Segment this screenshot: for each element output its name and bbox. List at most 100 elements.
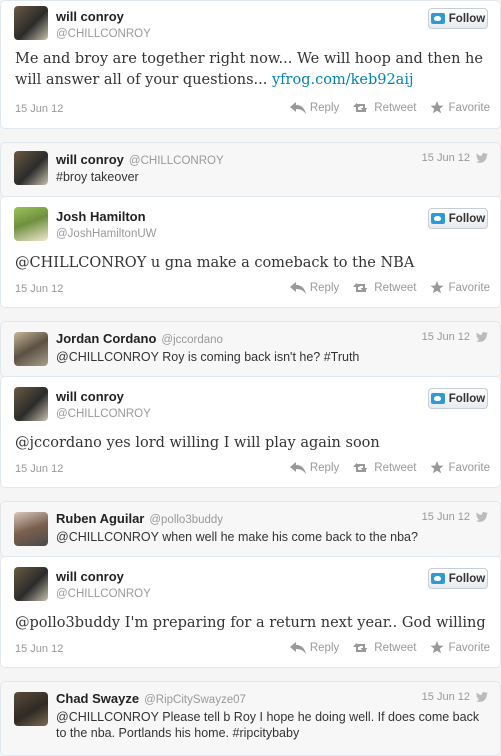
tweet-card[interactable]: will conroy @CHILLCONROY Follow @pollo3b…	[0, 556, 501, 668]
twitter-bird-icon	[476, 512, 488, 522]
reply-label: Reply	[309, 101, 340, 114]
favorite-button[interactable]: Favorite	[430, 641, 490, 654]
author-handle[interactable]: @CHILLCONROY	[56, 408, 151, 420]
reply-button[interactable]: Reply	[289, 281, 340, 294]
author-name[interactable]: will conroy	[56, 389, 124, 404]
tweet-date[interactable]: 15 Jun 12	[422, 691, 470, 703]
avatar[interactable]	[14, 6, 48, 40]
tweet-date[interactable]: 15 Jun 12	[15, 643, 63, 655]
follow-button[interactable]: Follow	[428, 568, 488, 589]
favorite-label: Favorite	[448, 101, 490, 114]
tweet-text: #broy takeover	[56, 170, 139, 184]
tweet-text: @pollo3buddy I'm preparing for a return …	[15, 615, 486, 631]
author-name[interactable]: Jordan Cordano @jccordano	[56, 331, 223, 346]
author-name[interactable]: will conroy	[56, 9, 124, 24]
star-icon	[430, 281, 444, 294]
tweet-actions: Reply Retweet Favorite	[289, 101, 490, 114]
reply-icon	[289, 101, 306, 114]
tweet-card[interactable]: will conroy @CHILLCONROY Follow Me and b…	[0, 0, 501, 129]
avatar[interactable]	[14, 151, 48, 185]
tweet-card[interactable]: will conroy @CHILLCONROY 15 Jun 12 #broy …	[0, 142, 501, 197]
author-handle[interactable]: @CHILLCONROY	[56, 588, 151, 600]
retweet-icon	[353, 462, 368, 472]
author-name[interactable]: Josh Hamilton	[56, 209, 146, 224]
reply-button[interactable]: Reply	[289, 461, 339, 474]
tweet-text: @CHILLCONROY Roy is coming back isn't he…	[56, 350, 360, 364]
retweet-icon	[353, 102, 368, 112]
retweet-button[interactable]: Retweet	[353, 102, 416, 114]
retweet-label: Retweet	[374, 641, 417, 654]
tweet-link[interactable]: yfrog.com/keb92aij	[272, 72, 413, 88]
avatar[interactable]	[14, 512, 48, 546]
tweet-date[interactable]: 15 Jun 12	[15, 283, 63, 295]
avatar[interactable]	[14, 332, 48, 366]
retweet-icon	[353, 642, 368, 652]
reply-label: Reply	[309, 641, 340, 654]
tweet-card[interactable]: Ruben Aguilar @pollo3buddy 15 Jun 12 @CHI…	[0, 501, 501, 557]
tweet-actions: Reply Retweet Favorite	[289, 281, 490, 294]
avatar[interactable]	[14, 207, 48, 241]
tweet-text: @jccordano yes lord willing I will play …	[15, 435, 380, 451]
author-handle[interactable]: @RipCitySwayze07	[144, 694, 246, 706]
star-icon	[430, 101, 444, 114]
author-name-text: Jordan Cordano	[56, 331, 157, 346]
follow-label: Follow	[448, 212, 486, 225]
favorite-label: Favorite	[448, 461, 490, 474]
tweet-card[interactable]: Josh Hamilton @JoshHamiltonUW Follow @CH…	[0, 196, 501, 308]
author-name[interactable]: will conroy @CHILLCONROY	[56, 152, 224, 167]
tweet-date[interactable]: 15 Jun 12	[15, 103, 63, 115]
author-name[interactable]: Ruben Aguilar @pollo3buddy	[56, 511, 223, 526]
author-name[interactable]: will conroy	[56, 569, 124, 584]
favorite-button[interactable]: Favorite	[430, 461, 490, 474]
tweet-card[interactable]: will conroy @CHILLCONROY Follow @jccorda…	[0, 376, 501, 488]
retweet-label: Retweet	[374, 461, 417, 474]
author-name-text: Chad Swayze	[56, 691, 140, 706]
reply-button[interactable]: Reply	[289, 641, 340, 654]
follow-label: Follow	[448, 572, 486, 585]
twitter-bird-icon	[476, 153, 488, 163]
follow-button[interactable]: Follow	[428, 388, 488, 409]
tweet-text: Me and broy are together right now... We…	[15, 49, 486, 91]
favorite-button[interactable]: Favorite	[430, 101, 490, 114]
reply-icon	[289, 461, 306, 474]
author-handle[interactable]: @JoshHamiltonUW	[56, 228, 157, 240]
follow-button[interactable]: Follow	[428, 8, 488, 29]
follow-label: Follow	[448, 12, 486, 25]
tweet-card[interactable]: Chad Swayze @RipCitySwayze07 15 Jun 12 @C…	[0, 681, 501, 756]
tweet-date[interactable]: 15 Jun 12	[422, 152, 470, 164]
author-name[interactable]: Chad Swayze @RipCitySwayze07	[56, 691, 246, 706]
author-handle[interactable]: @jccordano	[161, 334, 223, 346]
tweet-feed: will conroy @CHILLCONROY Follow Me and b…	[0, 0, 501, 756]
retweet-button[interactable]: Retweet	[353, 462, 416, 474]
tweet-text: @CHILLCONROY u gna make a comeback to th…	[15, 255, 415, 271]
tweet-date[interactable]: 15 Jun 12	[422, 511, 470, 523]
star-icon	[430, 641, 444, 654]
avatar[interactable]	[14, 387, 48, 421]
avatar[interactable]	[14, 567, 48, 601]
tweet-card[interactable]: Jordan Cordano @jccordano 15 Jun 12 @CHIL…	[0, 321, 501, 377]
retweet-button[interactable]: Retweet	[353, 642, 416, 654]
follow-label: Follow	[448, 392, 486, 405]
reply-label: Reply	[309, 281, 340, 294]
avatar[interactable]	[14, 692, 48, 726]
follow-button[interactable]: Follow	[428, 208, 488, 229]
tweet-actions: Reply Retweet Favorite	[289, 461, 490, 474]
author-name-text: Ruben Aguilar	[56, 511, 145, 526]
tweet-text: @CHILLCONROY Please tell b Roy I hope he…	[56, 710, 480, 740]
twitter-bird-icon	[430, 393, 445, 404]
author-handle[interactable]: @CHILLCONROY	[129, 155, 224, 167]
retweet-button[interactable]: Retweet	[353, 282, 416, 294]
retweet-icon	[353, 282, 368, 292]
favorite-button[interactable]: Favorite	[430, 281, 490, 294]
tweet-date[interactable]: 15 Jun 12	[422, 331, 470, 343]
reply-icon	[289, 281, 306, 294]
favorite-label: Favorite	[448, 641, 490, 654]
tweet-text: @CHILLCONROY when well he make his come …	[56, 530, 418, 544]
retweet-label: Retweet	[374, 281, 417, 294]
reply-button[interactable]: Reply	[289, 101, 340, 114]
favorite-label: Favorite	[448, 281, 490, 294]
author-handle[interactable]: @pollo3buddy	[149, 514, 223, 526]
tweet-date[interactable]: 15 Jun 12	[15, 463, 63, 475]
author-handle[interactable]: @CHILLCONROY	[56, 28, 151, 40]
twitter-bird-icon	[430, 13, 445, 24]
